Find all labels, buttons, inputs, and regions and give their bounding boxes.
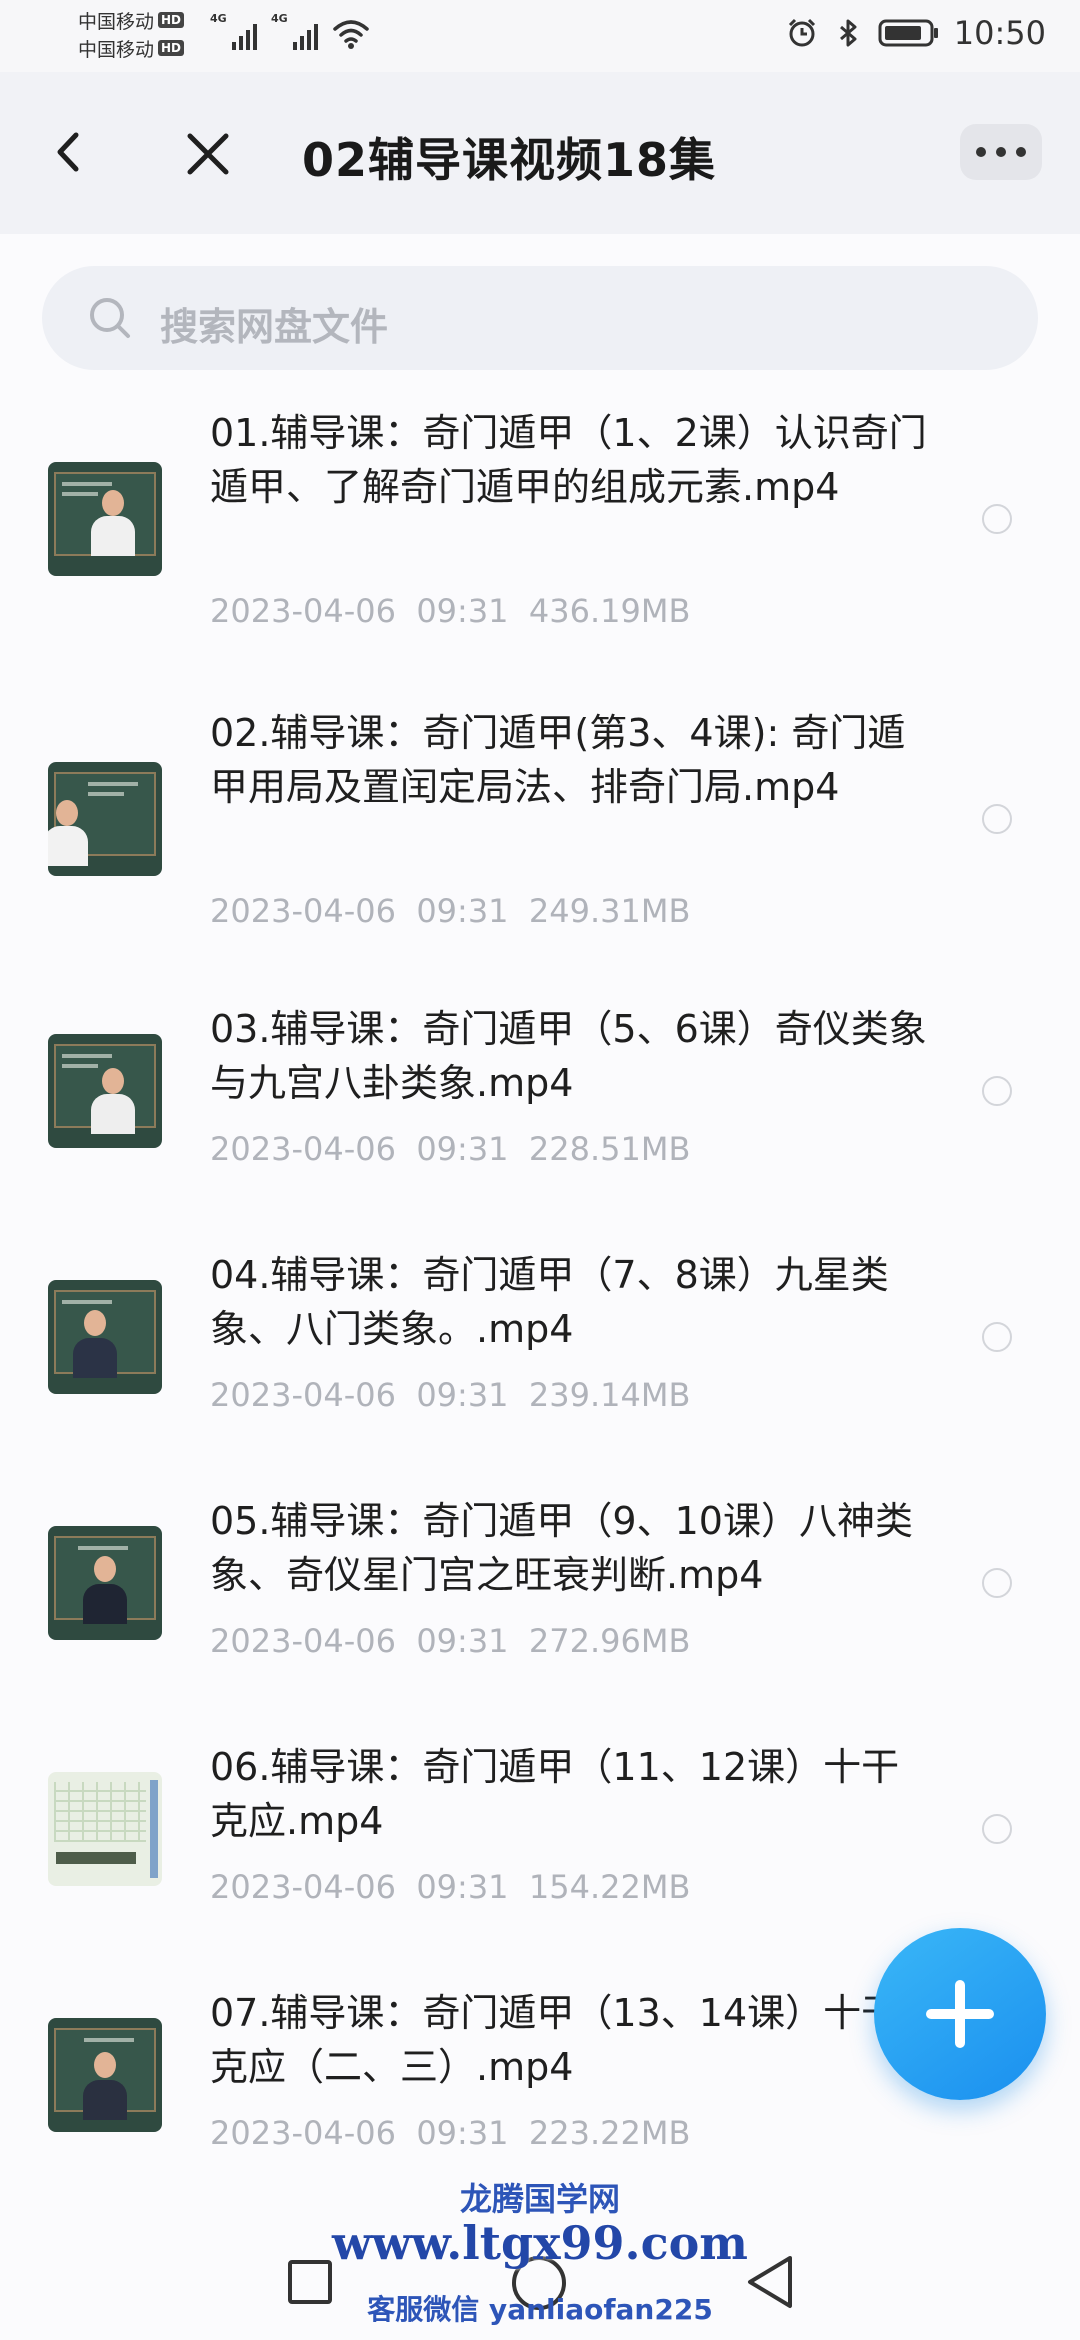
carrier-name-1: 中国移动 [78,10,155,33]
select-checkbox[interactable] [982,1322,1012,1352]
list-item[interactable]: 05.辅导课：奇门遁甲（9、10课）八神类象、奇仪星门宫之旺衰判断.mp4 20… [0,1462,1080,1708]
system-nav-bar [0,2210,1080,2340]
title-bar: 02辅导课视频18集 [0,72,1080,234]
file-name: 07.辅导课：奇门遁甲（13、14课）十干克应（二、三）.mp4 [210,1991,900,2089]
file-meta: 2023-04-06 09:31 239.14MB [210,1376,691,1414]
file-name: 01.辅导课：奇门遁甲（1、2课）认识奇门遁甲、了解奇门遁甲的组成元素.mp4 [210,411,927,509]
search-input[interactable]: 搜索网盘文件 [42,266,1038,370]
file-name: 05.辅导课：奇门遁甲（9、10课）八神类象、奇仪星门宫之旺衰判断.mp4 [210,1499,913,1597]
page-title: 02辅导课视频18集 [302,133,717,187]
hd-badge-2: HD [158,40,185,56]
select-checkbox[interactable] [982,1076,1012,1106]
nav-back-icon[interactable] [742,2252,798,2312]
list-item[interactable]: 03.辅导课：奇门遁甲（5、6课）奇仪类象与九宫八卦类象.mp4 2023-04… [0,970,1080,1216]
video-thumbnail [48,2018,162,2132]
select-checkbox[interactable] [982,504,1012,534]
file-name: 03.辅导课：奇门遁甲（5、6课）奇仪类象与九宫八卦类象.mp4 [210,1007,927,1105]
wifi-icon [333,20,369,49]
signal-icon: 4G [271,12,318,50]
signal-icon: 4G [210,12,257,50]
close-icon[interactable] [180,126,236,182]
file-name: 06.辅导课：奇门遁甲（11、12课）十干克应.mp4 [210,1745,900,1843]
file-name: 02.辅导课：奇门遁甲(第3、4课): 奇门遁甲用局及置闰定局法、排奇门局.mp… [210,711,906,809]
carrier-info: 中国移动 HD 中国移动 HD [78,6,185,62]
home-button[interactable] [512,2256,566,2310]
list-item[interactable]: 01.辅导课：奇门遁甲（1、2课）认识奇门遁甲、了解奇门遁甲的组成元素.mp4 … [0,370,1080,670]
video-thumbnail [48,1772,162,1886]
video-thumbnail [48,462,162,576]
status-right: 10:50 [786,14,1046,52]
file-meta: 2023-04-06 09:31 154.22MB [210,1868,691,1906]
hd-badge-1: HD [158,12,185,28]
file-meta: 2023-04-06 09:31 436.19MB [210,592,691,630]
video-thumbnail [48,1034,162,1148]
signal-indicators: 4G 4G [210,12,370,50]
back-arrow-icon[interactable] [46,127,96,177]
bluetooth-icon [839,19,857,47]
alarm-icon [788,18,815,47]
search-icon [90,298,130,338]
clock-time: 10:50 [953,14,1046,52]
recents-button[interactable] [288,2260,332,2304]
list-item[interactable]: 04.辅导课：奇门遁甲（7、8课）九星类象、八门类象。.mp4 2023-04-… [0,1216,1080,1462]
video-thumbnail [48,1526,162,1640]
file-meta: 2023-04-06 09:31 249.31MB [210,892,691,930]
video-thumbnail [48,1280,162,1394]
file-meta: 2023-04-06 09:31 228.51MB [210,1130,691,1168]
list-item[interactable]: 06.辅导课：奇门遁甲（11、12课）十干克应.mp4 2023-04-06 0… [0,1708,1080,1954]
video-thumbnail [48,762,162,876]
more-icon[interactable] [960,124,1042,180]
network-type-2: 4G [271,12,288,25]
status-bar: 中国移动 HD 中国移动 HD 4G 4G 10:50 [0,0,1080,72]
carrier-name-2: 中国移动 [78,38,155,61]
select-checkbox[interactable] [982,1814,1012,1844]
list-item[interactable]: 02.辅导课：奇门遁甲(第3、4课): 奇门遁甲用局及置闰定局法、排奇门局.mp… [0,670,1080,970]
file-name: 04.辅导课：奇门遁甲（7、8课）九星类象、八门类象。.mp4 [210,1253,889,1351]
network-type-1: 4G [210,12,227,25]
select-checkbox[interactable] [982,804,1012,834]
select-checkbox[interactable] [982,1568,1012,1598]
file-meta: 2023-04-06 09:31 272.96MB [210,1622,691,1660]
search-placeholder: 搜索网盘文件 [160,305,389,349]
add-button[interactable] [874,1928,1046,2100]
battery-icon [878,19,938,47]
file-meta: 2023-04-06 09:31 223.22MB [210,2114,691,2152]
